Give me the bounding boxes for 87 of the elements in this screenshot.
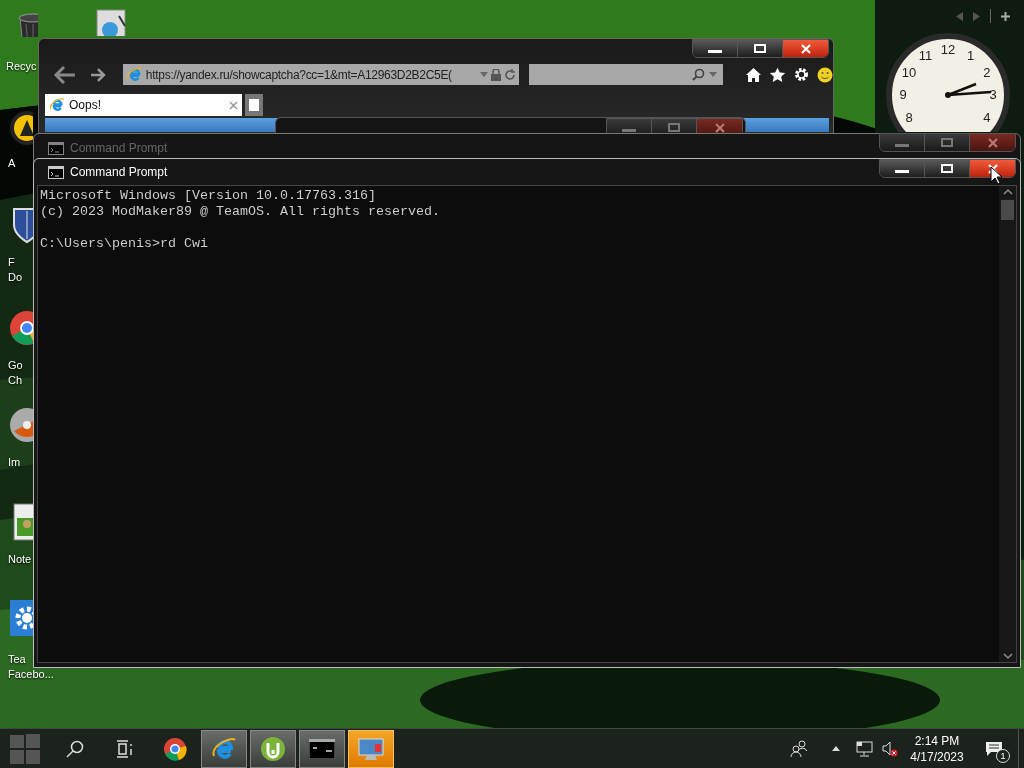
clock-numeral: 9 — [899, 88, 907, 102]
minimize-button[interactable] — [693, 40, 738, 57]
lock-icon — [490, 68, 501, 81]
taskbar-app-button[interactable] — [299, 729, 345, 768]
task-view-icon — [116, 739, 134, 758]
tab-title: Oops! — [69, 97, 102, 114]
desktop-icon-label: Recyc — [6, 59, 37, 74]
browser-tab[interactable]: Oops! — [45, 94, 242, 116]
torrent-icon — [260, 735, 286, 762]
new-tab-button[interactable] — [245, 94, 263, 116]
desktop-icon-label: Tea — [8, 652, 27, 667]
clock-numeral: 4 — [983, 110, 991, 125]
clock-date: 4/17/2023 — [910, 748, 964, 765]
clock-numeral: 10 — [901, 65, 917, 80]
taskbar-app-button[interactable] — [348, 729, 394, 768]
clock-numeral: 12 — [940, 43, 956, 57]
back-arrow-icon[interactable] — [53, 64, 77, 85]
chrome-icon — [163, 736, 187, 761]
chevron-up-icon[interactable] — [832, 746, 840, 751]
previous-icon[interactable] — [956, 11, 963, 21]
minimize-button[interactable] — [880, 160, 925, 177]
close-icon — [987, 137, 998, 148]
console-icon — [48, 165, 64, 179]
search-icon — [66, 739, 84, 758]
desktop-icon-label: Go — [8, 358, 23, 373]
windows-logo-icon — [9, 732, 41, 765]
gear-icon[interactable] — [8, 598, 33, 638]
desktop-icon-label: Facebo... — [8, 667, 54, 682]
settings-icon[interactable] — [793, 66, 810, 83]
console-prompt: C:\Users\penis>rd Cwi — [40, 236, 209, 252]
network-icon[interactable] — [856, 740, 873, 757]
console-icon — [309, 738, 335, 759]
clock-numeral: 3 — [989, 88, 997, 102]
close-button[interactable] — [970, 134, 1015, 151]
taskbar-app-button[interactable] — [250, 729, 296, 768]
people-icon[interactable] — [790, 739, 808, 758]
home-icon[interactable] — [745, 66, 762, 83]
maximize-icon — [754, 44, 766, 53]
clock-numeral: 11 — [918, 49, 933, 63]
search-icon — [692, 68, 705, 81]
minimize-icon — [708, 50, 722, 53]
monitor-icon — [357, 735, 385, 762]
desktop-icon-label: Im — [8, 455, 21, 470]
browser-icon — [49, 97, 65, 113]
clock-numeral: 2 — [983, 65, 991, 80]
desktop-icon-label: Do — [8, 270, 23, 285]
notifications-button[interactable]: 1 — [974, 728, 1014, 768]
browser-icon — [211, 735, 237, 762]
message-icon — [985, 740, 1003, 757]
search-field[interactable] — [528, 64, 723, 85]
desktop-icon-label: Note — [8, 552, 32, 567]
clock-time: 2:14 PM — [914, 732, 960, 749]
desktop-icon-label: Ch — [8, 373, 23, 388]
console-icon — [48, 141, 64, 155]
scrollbar[interactable] — [999, 186, 1016, 662]
address-field[interactable]: https://yandex.ru/showcaptcha?cc=1&mt=A12963D2B2C5E( — [122, 64, 519, 85]
clock-numeral: 1 — [966, 49, 975, 63]
muted-speaker-icon[interactable] — [882, 740, 898, 757]
refresh-icon[interactable] — [503, 68, 516, 81]
scroll-down-icon[interactable] — [1002, 650, 1013, 662]
smiley-icon[interactable] — [817, 66, 833, 83]
taskbar-app-button[interactable] — [201, 729, 247, 768]
add-icon[interactable] — [1001, 11, 1010, 21]
star-icon[interactable] — [769, 66, 786, 83]
console-line: Microsoft Windows [Version 10.0.17763.316] — [40, 188, 377, 204]
console-line: (c) 2023 ModMaker89 @ TeamOS. All rights reserved. — [40, 204, 441, 220]
desktop-icon-label: F — [8, 255, 16, 270]
forward-arrow-icon[interactable] — [88, 66, 107, 83]
close-icon — [714, 122, 725, 133]
close-button[interactable] — [783, 40, 828, 57]
close-icon[interactable] — [229, 100, 238, 110]
maximize-icon — [941, 164, 953, 173]
desktop-icon-label: A — [8, 156, 16, 171]
notification-count: 1 — [996, 748, 1010, 763]
minimize-icon — [895, 170, 909, 173]
maximize-icon — [941, 138, 953, 147]
window-title: Command Prompt — [70, 164, 168, 181]
minimize-icon — [895, 144, 909, 147]
close-icon — [800, 43, 811, 54]
window-title: Command Prompt — [70, 140, 168, 157]
scroll-thumb[interactable] — [1001, 200, 1014, 220]
clock-numeral: 8 — [905, 110, 913, 125]
maximize-button[interactable] — [925, 160, 970, 177]
url-text: https://yandex.ru/showcaptcha?cc=1&mt=A12963D2B2C5E( — [145, 66, 453, 84]
browser-icon — [125, 66, 143, 83]
next-icon[interactable] — [973, 11, 980, 21]
maximize-button[interactable] — [738, 40, 783, 57]
